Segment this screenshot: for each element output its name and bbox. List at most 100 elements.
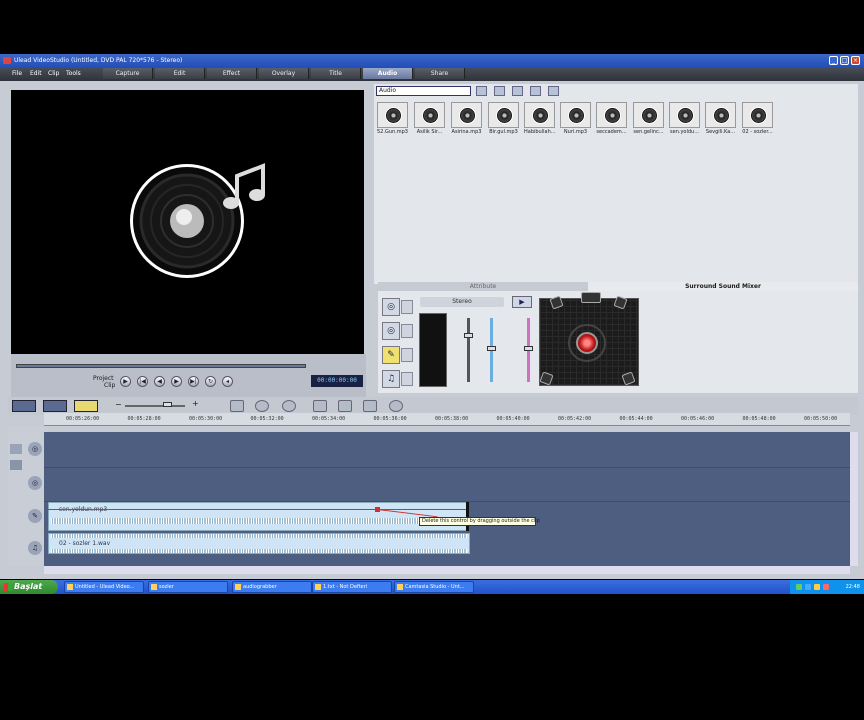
volume-button[interactable]: ◂	[222, 376, 233, 387]
scrub-bar[interactable]	[16, 364, 306, 368]
task-notepad[interactable]: 1.txt - Not Defteri	[312, 581, 392, 593]
menu-file[interactable]: File	[12, 70, 22, 77]
step-share[interactable]: Share	[415, 68, 465, 79]
speaker-icon[interactable]	[401, 372, 413, 386]
maximize-button[interactable]: □	[840, 56, 849, 65]
zoom-slider[interactable]	[125, 405, 185, 407]
tray-icon[interactable]	[814, 584, 820, 590]
menu-clip[interactable]: Clip	[48, 70, 59, 77]
zoom-knob[interactable]	[163, 402, 172, 407]
library-audio-clip[interactable]: 52.Gun.mp3	[377, 102, 408, 136]
menu-edit[interactable]: Edit	[30, 70, 42, 77]
zoom-in-icon[interactable]: +	[192, 399, 199, 408]
step-effect[interactable]: Effect	[207, 68, 257, 79]
home-button[interactable]: |◀	[137, 376, 148, 387]
end-button[interactable]: ▶|	[188, 376, 199, 387]
fader-knob[interactable]	[524, 346, 533, 351]
zoom-out-icon[interactable]: −	[115, 400, 122, 409]
music-track-head-icon[interactable]: ♫	[28, 541, 42, 555]
fader-knob[interactable]	[487, 346, 496, 351]
start-button[interactable]: Başlat	[0, 580, 58, 594]
speaker-icon[interactable]	[401, 324, 413, 338]
master-fader[interactable]	[467, 318, 470, 382]
storyboard-view-button[interactable]	[12, 400, 36, 412]
library-audio-clip[interactable]: Bir.gul.mp3	[488, 102, 519, 136]
voice-track-icon[interactable]: ✎	[382, 346, 400, 364]
library-audio-clip[interactable]: Habibullah...	[524, 102, 555, 136]
surround-position-marker[interactable]	[576, 332, 598, 354]
mixer-play-button[interactable]: ▶	[512, 296, 532, 308]
repeat-button[interactable]: ↻	[205, 376, 216, 387]
speaker-icon[interactable]	[401, 348, 413, 362]
chapter-icon[interactable]	[363, 400, 377, 412]
globe-icon[interactable]	[389, 400, 403, 412]
task-label: Camtasia Studio - Unt...	[405, 584, 465, 590]
track-manager-icon[interactable]	[338, 400, 352, 412]
play-button[interactable]: ▶	[120, 376, 131, 387]
record-icon[interactable]	[255, 400, 269, 412]
library-audio-clip[interactable]: Asilik Sir...	[414, 102, 445, 136]
timeline-horizontal-scrollbar[interactable]	[44, 566, 850, 574]
tray-icon[interactable]	[796, 584, 802, 590]
timecode-display[interactable]: 00:00:00:00	[311, 375, 363, 387]
volume-control-point[interactable]	[375, 507, 380, 512]
folder-icon[interactable]	[476, 86, 487, 96]
tray-icon[interactable]	[805, 584, 811, 590]
step-title[interactable]: Title	[311, 68, 361, 79]
library-audio-clip[interactable]: sen.yoldu...	[669, 102, 700, 136]
prev-frame-button[interactable]: ◀	[154, 376, 165, 387]
library-audio-clip[interactable]: Asirina.mp3	[451, 102, 482, 136]
audio-clip-thumbnail	[414, 102, 445, 128]
tab-attribute[interactable]: Attribute	[378, 282, 588, 291]
task-sozler[interactable]: sozler	[148, 581, 228, 593]
minimize-button[interactable]: _	[829, 56, 838, 65]
step-overlay[interactable]: Overlay	[259, 68, 309, 79]
tray-icon[interactable]	[823, 584, 829, 590]
task-videostudio[interactable]: Untitled - Ulead Video...	[64, 581, 144, 593]
menu-bar: File Edit Clip Tools Capture Edit Effect…	[0, 67, 864, 81]
fit-icon[interactable]	[313, 400, 327, 412]
ruler-tick-label: 00:05:40:00	[496, 416, 530, 422]
ruler-tick-label: 00:05:46:00	[681, 416, 715, 422]
chapter-small-icon[interactable]	[10, 460, 22, 470]
mix-icon[interactable]	[282, 400, 296, 412]
task-audiograbber[interactable]: audiograbber	[232, 581, 312, 593]
timeline-vertical-scrollbar[interactable]	[850, 432, 858, 566]
sort-icon[interactable]	[512, 86, 523, 96]
library-audio-clip[interactable]: seccadem...	[596, 102, 627, 136]
cd-icon[interactable]	[530, 86, 541, 96]
import-icon[interactable]	[494, 86, 505, 96]
library-audio-clip[interactable]: Sevgili.Ka...	[705, 102, 736, 136]
overlay-track-icon[interactable]: ◎	[382, 322, 400, 340]
insert-icon[interactable]	[230, 400, 244, 412]
video-track-icon[interactable]: ◎	[382, 298, 400, 316]
fader-knob[interactable]	[464, 333, 473, 338]
music-track-icon[interactable]: ♫	[382, 370, 400, 388]
music-audio-clip[interactable]: 02 - sozler 1.wav	[48, 533, 470, 554]
options-icon[interactable]	[548, 86, 559, 96]
video-track-head-icon[interactable]: ◎	[28, 442, 42, 456]
overlay-track-head-icon[interactable]: ◎	[28, 476, 42, 490]
music-waveform	[51, 534, 467, 538]
library-audio-clip[interactable]: 02 - sozler...	[742, 102, 773, 136]
track-manager-small-icon[interactable]	[10, 444, 22, 454]
option-tabs: Attribute Surround Sound Mixer	[378, 282, 858, 291]
voice-audio-clip[interactable]: sen.yoldun.mp3	[48, 502, 468, 531]
library-dropdown[interactable]: Audio	[376, 86, 471, 96]
audio-disc-icon	[677, 107, 694, 124]
audio-view-button[interactable]	[74, 400, 98, 412]
step-audio[interactable]: Audio	[363, 68, 413, 79]
speaker-icon[interactable]	[401, 300, 413, 314]
task-camtasia[interactable]: Camtasia Studio - Unt...	[394, 581, 474, 593]
library-audio-clip[interactable]: sen.gelinc...	[633, 102, 664, 136]
volume-envelope-line[interactable]	[48, 509, 468, 510]
next-frame-button[interactable]: ▶	[171, 376, 182, 387]
menu-tools[interactable]: Tools	[66, 70, 81, 77]
library-audio-clip[interactable]: Nuri.mp3	[560, 102, 591, 136]
step-capture[interactable]: Capture	[103, 68, 153, 79]
close-button[interactable]: ×	[851, 56, 860, 65]
voice-track-head-icon[interactable]: ✎	[28, 509, 42, 523]
tab-surround-sound-mixer[interactable]: Surround Sound Mixer	[588, 282, 858, 291]
timeline-view-button[interactable]	[43, 400, 67, 412]
step-edit[interactable]: Edit	[155, 68, 205, 79]
